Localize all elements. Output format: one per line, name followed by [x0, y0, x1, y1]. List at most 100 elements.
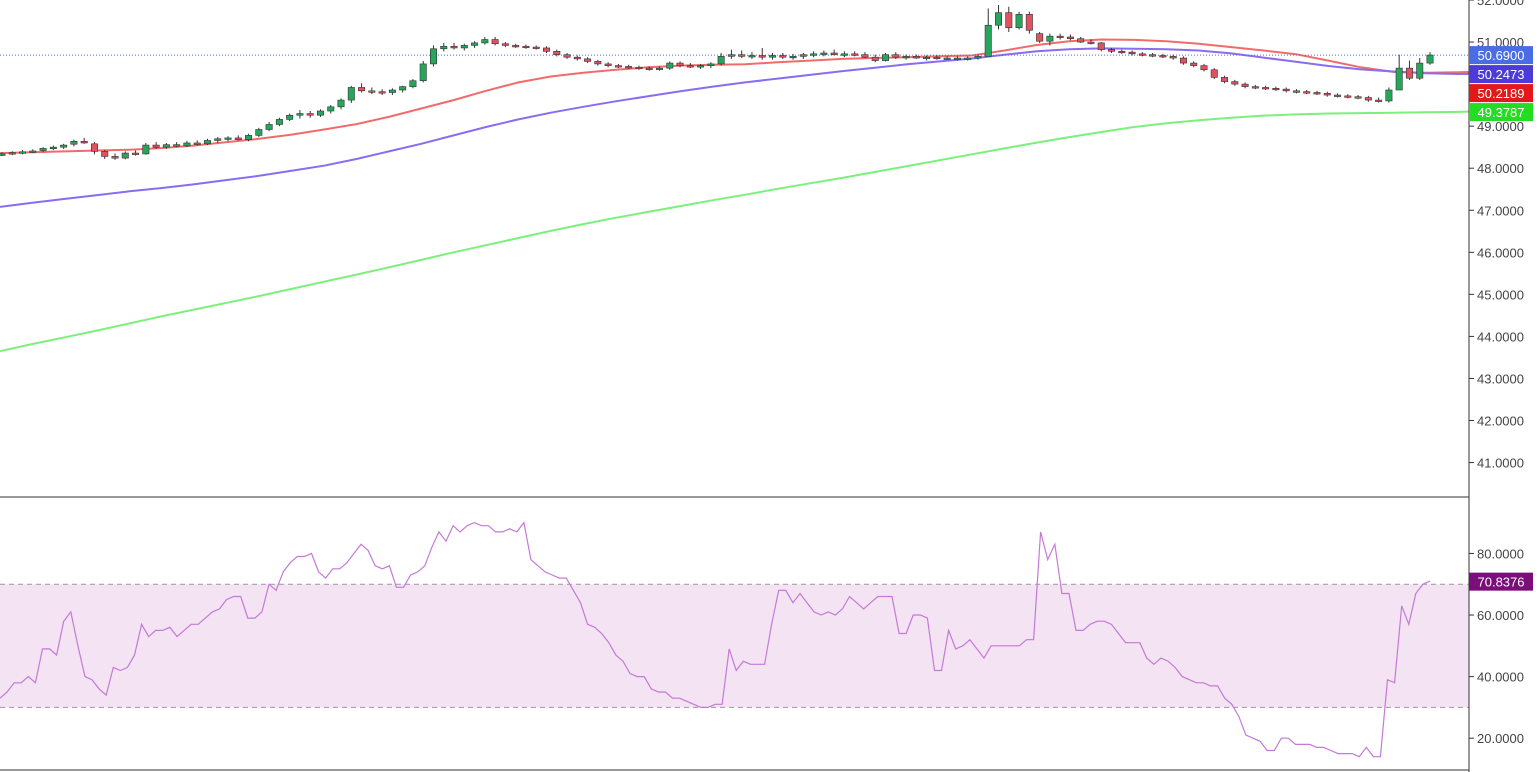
candle-body: [553, 51, 561, 55]
price-label-text: 50.6900: [1478, 48, 1525, 63]
candle-body: [748, 55, 756, 58]
candle-body: [522, 45, 530, 49]
candle-body: [1313, 92, 1321, 95]
rsi-tick-label: 80.0000: [1477, 546, 1524, 561]
candle-body: [29, 150, 37, 153]
candle-body: [1056, 35, 1064, 38]
candle-body: [80, 140, 88, 144]
candle-body: [1108, 49, 1116, 52]
candle-body: [162, 144, 170, 148]
candle-body: [419, 63, 427, 82]
candle-body: [656, 67, 663, 70]
price-tick-label: 46.0000: [1477, 245, 1524, 260]
price-tick-label: 42.0000: [1477, 414, 1524, 429]
candle-body: [234, 137, 242, 140]
stock-chart[interactable]: 52.000051.000049.000048.000047.000046.00…: [0, 0, 1539, 772]
candle-body: [193, 142, 201, 145]
candle-body: [1046, 35, 1054, 42]
candle-body: [70, 140, 78, 145]
candle-body: [1190, 62, 1198, 66]
candle: [1385, 87, 1393, 103]
candle-body: [1097, 42, 1105, 50]
candle-body: [1005, 12, 1013, 29]
candle-body: [1241, 83, 1249, 87]
candle-body: [1210, 69, 1218, 78]
candle-body: [39, 148, 47, 151]
candle-body: [779, 55, 787, 58]
candle-body: [224, 137, 232, 140]
candle-body: [1025, 13, 1033, 31]
candle-body: [892, 54, 900, 58]
candle-body: [871, 56, 879, 61]
candle-body: [1405, 67, 1413, 79]
candle-body: [306, 113, 314, 116]
candle-body: [471, 42, 479, 46]
candle-body: [440, 45, 448, 50]
candle-body: [1138, 53, 1146, 56]
candle-body: [399, 86, 407, 91]
candle-body: [265, 124, 273, 130]
candle-body: [625, 66, 633, 69]
candle-body: [429, 48, 437, 65]
candle: [1097, 42, 1105, 52]
candle-body: [584, 58, 592, 62]
candle-body: [173, 144, 181, 147]
candle: [1036, 31, 1044, 43]
candle-body: [923, 56, 931, 59]
candle-body: [769, 55, 776, 58]
rsi-tick-label: 20.0000: [1477, 731, 1524, 746]
candle: [1025, 11, 1033, 34]
candle-body: [543, 47, 550, 52]
candle-body: [111, 156, 119, 159]
candle-body: [1149, 54, 1157, 57]
candle-body: [1344, 95, 1352, 98]
candle-body: [1251, 86, 1259, 89]
candle-body: [1015, 13, 1023, 29]
candle-body: [666, 62, 674, 69]
candle-body: [1118, 51, 1126, 54]
candle-body: [758, 55, 766, 58]
candle-body: [861, 54, 869, 58]
candle-body: [635, 66, 643, 70]
candle-body: [1066, 36, 1074, 39]
candle-body: [851, 53, 859, 56]
candle-body: [1087, 41, 1095, 44]
candle-body: [953, 57, 961, 60]
rsi-tick-label: 60.0000: [1477, 608, 1524, 623]
price-tick-label: 49.0000: [1477, 119, 1524, 134]
candle-body: [132, 152, 140, 155]
candle-body: [255, 129, 263, 136]
candle-body: [0, 153, 6, 156]
price-tick-label: 47.0000: [1477, 203, 1524, 218]
candle-body: [1179, 57, 1187, 64]
candle: [409, 79, 417, 89]
candle-body: [409, 80, 417, 87]
candle-body: [1385, 89, 1393, 102]
candle-body: [645, 67, 653, 70]
candle-body: [368, 90, 376, 93]
candle-body: [882, 54, 889, 61]
candle-body: [974, 56, 982, 59]
candle-body: [450, 45, 458, 49]
candle-body: [460, 45, 468, 49]
candle: [1015, 11, 1023, 30]
candle-body: [512, 45, 520, 48]
candle-body: [316, 110, 324, 116]
candle: [1210, 68, 1218, 80]
candle-body: [501, 43, 509, 46]
candle-body: [707, 63, 715, 66]
rsi-band-fill: [0, 584, 1469, 708]
candle-body: [203, 140, 211, 145]
candle-body: [563, 54, 571, 58]
candle-body: [49, 146, 57, 149]
price-label-text: 50.2473: [1478, 67, 1525, 82]
candle-body: [686, 65, 694, 68]
candle-body: [337, 99, 345, 108]
candle-body: [1354, 96, 1362, 99]
candle-body: [8, 152, 16, 155]
candle-body: [481, 39, 489, 44]
candle-body: [1426, 54, 1434, 64]
candle-body: [830, 52, 838, 55]
candle-body: [142, 144, 150, 155]
rsi-label-text: 70.8376: [1478, 575, 1525, 590]
